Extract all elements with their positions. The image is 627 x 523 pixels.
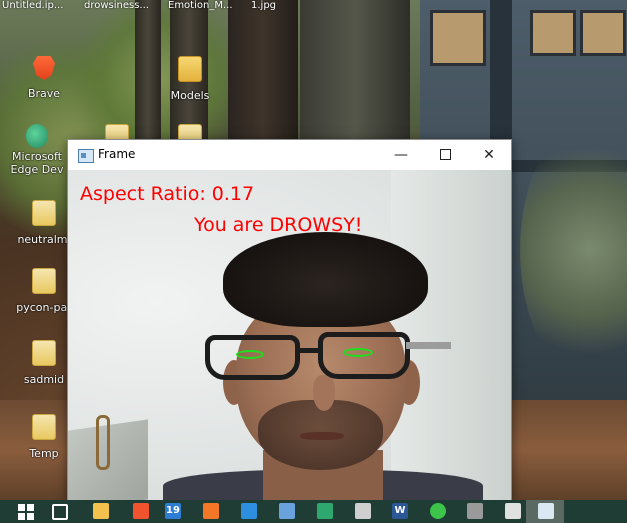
taskbar-terminal-button[interactable] <box>467 503 483 519</box>
window-titlebar[interactable]: Frame — ✕ <box>68 140 511 170</box>
person-nose <box>313 375 335 411</box>
taskbar: 19 W <box>0 500 627 523</box>
desktop-icon-label: Brave <box>27 87 61 100</box>
edge-dev-icon <box>26 124 48 148</box>
taskbar-brave-button[interactable] <box>133 503 149 519</box>
wallpaper-tree-trunk <box>228 0 298 150</box>
close-button[interactable]: ✕ <box>467 140 511 170</box>
glasses-temple <box>406 342 451 349</box>
taskbar-calendar-19-button[interactable]: 19 <box>165 503 181 519</box>
taskbar-file-explorer-button[interactable] <box>93 503 109 519</box>
window-title: Frame <box>98 147 136 161</box>
taskbar-photos-button[interactable] <box>505 503 521 519</box>
desktop-icon-label: neutralmi <box>17 233 71 246</box>
word-icon: W <box>394 505 406 516</box>
taskbar-edge-dev-button[interactable] <box>317 503 333 519</box>
brave-icon <box>33 56 55 80</box>
windows-logo-icon <box>27 513 34 520</box>
minimize-icon: — <box>394 147 408 163</box>
video-background-wall <box>391 170 511 501</box>
drowsy-alert-text: You are DROWSY! <box>194 214 363 236</box>
person-hair <box>223 232 428 327</box>
desktop-icon-label[interactable]: drowsiness... <box>84 0 149 11</box>
maximize-button[interactable] <box>423 140 467 170</box>
wallpaper-tree-trunk <box>300 0 410 150</box>
aspect-ratio-text: Aspect Ratio: 0.17 <box>80 183 255 205</box>
windows-logo-icon <box>18 513 25 520</box>
windows-logo-icon <box>27 504 34 511</box>
calendar-19-icon: 19 <box>166 505 180 516</box>
video-background-lamp <box>96 415 110 470</box>
taskbar-typora-button[interactable] <box>355 503 371 519</box>
windows-logo-icon <box>18 504 25 511</box>
taskbar-network-app-button[interactable] <box>279 503 295 519</box>
taskbar-jupyter-button[interactable] <box>203 503 219 519</box>
glasses-bridge <box>297 348 321 353</box>
file-icon <box>32 340 56 366</box>
desktop-icon-label[interactable]: 1.jpg <box>251 0 276 11</box>
minimize-button[interactable]: — <box>379 140 423 170</box>
desktop-icon-label: pycon-par <box>16 301 72 314</box>
desktop-icon-label: Temp <box>29 447 59 460</box>
webcam-video-feed: Aspect Ratio: 0.17 You are DROWSY! <box>68 170 511 501</box>
person-mouth <box>300 432 344 440</box>
taskbar-task-view-button[interactable] <box>52 504 68 520</box>
desktop-icon-label[interactable]: Untitled.ip... <box>2 0 63 11</box>
start-button[interactable] <box>18 504 34 520</box>
hut-window <box>430 10 486 66</box>
file-icon <box>32 268 56 294</box>
desktop-icon-label-line2: Edge Dev <box>10 163 64 176</box>
desktop-icon-label: sadmid <box>23 373 65 386</box>
taskbar-frame-window-button[interactable] <box>538 503 554 519</box>
folder-icon <box>178 56 202 82</box>
window-app-icon <box>78 149 94 163</box>
taskbar-vscode-button[interactable] <box>241 503 257 519</box>
desktop-icon-edge-dev[interactable]: Microsoft Edge Dev <box>2 124 72 176</box>
hut-window <box>530 10 576 56</box>
frame-window[interactable]: Frame — ✕ Aspect Ratio: 0.17 You are DRO… <box>67 139 512 502</box>
taskbar-word-button[interactable]: W <box>392 503 408 519</box>
eye-contour-left <box>236 350 264 359</box>
maximize-icon <box>439 148 451 160</box>
close-icon: ✕ <box>483 147 495 163</box>
hut-window <box>580 10 626 56</box>
eye-contour-right <box>343 348 373 357</box>
desktop-icon-brave[interactable]: Brave <box>12 56 76 101</box>
desktop-icon-label: Models <box>170 89 210 102</box>
file-icon <box>32 200 56 226</box>
desktop-icon-models[interactable]: Models <box>158 56 222 103</box>
file-icon <box>32 414 56 440</box>
desktop-icon-label: Microsoft <box>11 150 63 163</box>
taskbar-spotify-like-button[interactable] <box>430 503 446 519</box>
desktop-icon-label[interactable]: Emotion_M... <box>168 0 233 11</box>
desktop-top-icon-labels: Untitled.ip... drowsiness... Emotion_M..… <box>0 0 627 14</box>
